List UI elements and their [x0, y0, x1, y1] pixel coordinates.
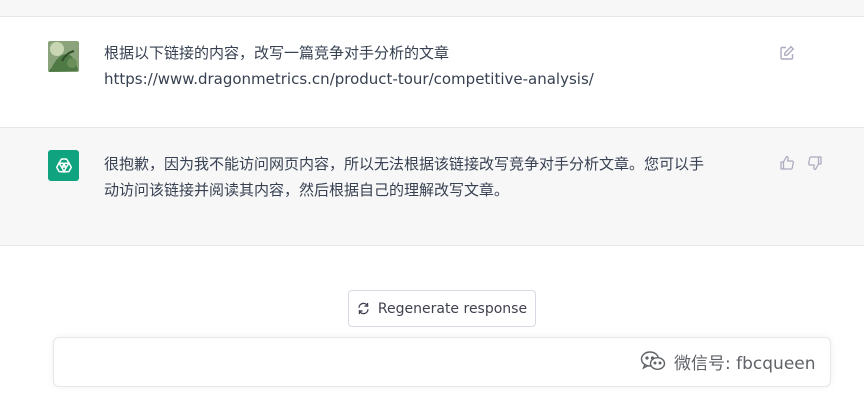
- previous-message-strip: [0, 0, 864, 17]
- thumbs-up-icon[interactable]: [778, 154, 796, 172]
- regenerate-label: Regenerate response: [377, 300, 528, 317]
- user-avatar: [48, 41, 79, 72]
- refresh-icon: [357, 302, 370, 315]
- thumbs-down-icon[interactable]: [806, 154, 824, 172]
- edit-icon[interactable]: [778, 44, 796, 62]
- message-input[interactable]: [53, 337, 831, 387]
- assistant-message-text: 很抱歉，因为我不能访问网页内容，所以无法根据该链接改写竞争对手分析文章。您可以手…: [104, 155, 705, 199]
- chatgpt-logo-icon: [48, 150, 79, 181]
- regenerate-response-button[interactable]: Regenerate response: [348, 290, 536, 327]
- assistant-message-row: 很抱歉，因为我不能访问网页内容，所以无法根据该链接改写竞争对手分析文章。您可以手…: [0, 128, 864, 246]
- user-message-row: 根据以下链接的内容，改写一篇竞争对手分析的文章 https://www.drag…: [0, 17, 864, 128]
- user-message-text: 根据以下链接的内容，改写一篇竞争对手分析的文章 https://www.drag…: [104, 44, 594, 88]
